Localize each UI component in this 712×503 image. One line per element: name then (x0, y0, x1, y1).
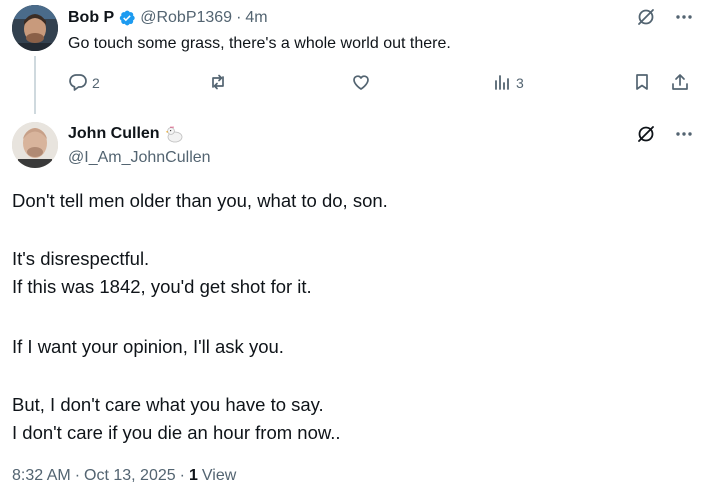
tweet-meta: 8:32 AM · Oct 13, 2025 · 1 View (12, 467, 236, 485)
tweet-time[interactable]: 8:32 AM (12, 467, 71, 485)
share-button[interactable] (670, 72, 690, 94)
bookmark-button[interactable] (632, 72, 652, 94)
reply-tweet-top-actions (636, 7, 694, 27)
tweet-body-line: Don't tell men older than you, what to d… (12, 190, 388, 211)
main-author-row: John Cullen (68, 124, 184, 144)
grok-icon[interactable] (636, 124, 656, 144)
tweet-body-line: If I want your opinion, I'll ask you. (12, 336, 284, 357)
tweet-body-line: I don't care if you die an hour from now… (12, 422, 341, 443)
separator-dot: · (74, 467, 81, 484)
grok-icon[interactable] (636, 7, 656, 27)
avatar-bob-p[interactable] (12, 5, 58, 51)
reply-icon (68, 72, 88, 95)
more-icon[interactable] (674, 7, 694, 27)
views-count: 3 (516, 75, 524, 91)
reply-count: 2 (92, 75, 100, 91)
author-handle[interactable]: @RobP1369 (140, 9, 232, 27)
reply-tweet-actions: 2 3 (68, 72, 692, 94)
reply-tweet[interactable]: Bob P @RobP1369 · 4m Go touch some grass… (0, 0, 712, 114)
like-icon (351, 72, 371, 95)
verified-badge-icon (118, 9, 136, 27)
like-button[interactable] (351, 72, 371, 94)
share-icon (670, 72, 690, 95)
main-tweet-top-actions (636, 124, 694, 144)
retweet-button[interactable] (208, 72, 228, 94)
view-count: 1 (188, 467, 198, 484)
bookmark-icon (632, 72, 652, 95)
main-tweet: John Cullen @I_Am_JohnCullen Don't tell … (0, 112, 712, 503)
author-handle[interactable]: @I_Am_JohnCullen (68, 149, 211, 167)
more-icon[interactable] (674, 124, 694, 144)
retweet-icon (208, 72, 228, 95)
author-name[interactable]: John Cullen (68, 125, 160, 143)
view-label: View (201, 467, 237, 484)
separator-dot: · (179, 467, 185, 484)
tweet-body-line: It's disrespectful. (12, 248, 150, 269)
reply-tweet-header: Bob P @RobP1369 · 4m (68, 8, 268, 28)
views-icon (492, 72, 512, 95)
author-name[interactable]: Bob P (68, 9, 114, 27)
chicken-emoji-icon (164, 124, 184, 144)
tweet-time[interactable]: 4m (245, 9, 267, 27)
separator-dot: · (236, 9, 242, 26)
tweet-body-line: If this was 1842, you'd get shot for it. (12, 276, 312, 297)
thread-connector-line (34, 56, 36, 114)
avatar-john-cullen[interactable] (12, 122, 58, 168)
reply-button[interactable]: 2 (68, 72, 100, 94)
views-button[interactable]: 3 (492, 72, 524, 94)
tweet-date[interactable]: Oct 13, 2025 (84, 467, 176, 485)
reply-tweet-text: Go touch some grass, there's a whole wor… (68, 35, 451, 52)
tweet-body-line: But, I don't care what you have to say. (12, 394, 324, 415)
